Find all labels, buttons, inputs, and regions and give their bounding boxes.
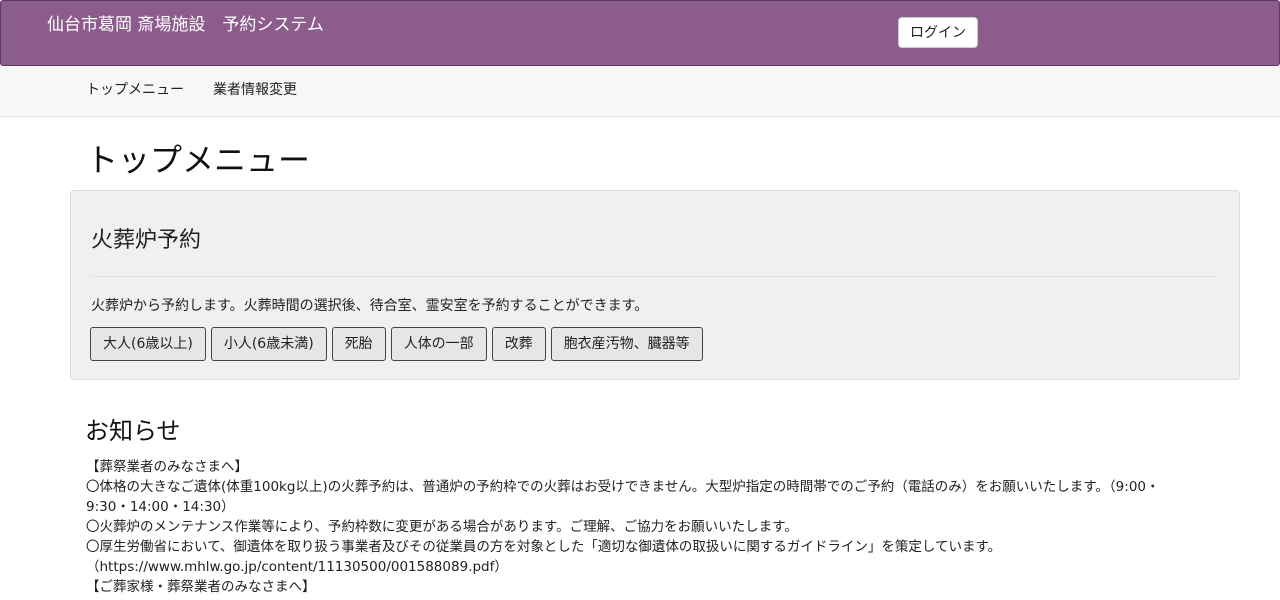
notice-line: 〇体格の大きなご遺体(体重100kg以上)の火葬予約は、普通炉の予約枠での火葬は… <box>86 479 1160 495</box>
stillbirth-reservation-button[interactable]: 死胎 <box>331 327 386 361</box>
reservation-button-group: 大人(6歳以上) 小人(6歳未満) 死胎 人体の一部 改葬 胞衣産汚物、臓器等 <box>90 327 703 361</box>
notice-line: 【葬祭業者のみなさまへ】 <box>86 459 248 475</box>
notice-line: 〇厚生労働省において、御遺体を取り扱う事業者及びその従業員の方を対象とした「適切… <box>86 539 1002 555</box>
site-title: 仙台市葛岡 斎場施設 予約システム <box>47 15 324 35</box>
cremation-reservation-panel: 火葬炉予約 火葬炉から予約します。火葬時間の選択後、待合室、霊安室を予約すること… <box>70 190 1240 380</box>
page-title: トップメニュー <box>86 141 311 179</box>
nav-item-vendor-info[interactable]: 業者情報変更 <box>213 81 297 99</box>
notice-line: 【ご葬家様・葬祭業者のみなさまへ】 <box>86 579 316 595</box>
login-button[interactable]: ログイン <box>898 17 978 48</box>
reburial-reservation-button[interactable]: 改葬 <box>491 327 546 361</box>
placenta-organ-reservation-button[interactable]: 胞衣産汚物、臓器等 <box>550 327 703 361</box>
panel-title: 火葬炉予約 <box>91 228 202 253</box>
sub-navigation: トップメニュー 業者情報変更 <box>0 66 1280 117</box>
body-part-reservation-button[interactable]: 人体の一部 <box>390 327 487 361</box>
child-reservation-button[interactable]: 小人(6歳未満) <box>210 327 327 361</box>
notices-body: 【葬祭業者のみなさまへ】 〇体格の大きなご遺体(体重100kg以上)の火葬予約は… <box>86 457 1216 597</box>
notice-line: 9:30・14:00・14:30） <box>86 499 235 515</box>
panel-description: 火葬炉から予約します。火葬時間の選択後、待合室、霊安室を予約することができます。 <box>91 298 649 314</box>
adult-reservation-button[interactable]: 大人(6歳以上) <box>90 327 206 361</box>
notice-line: （https://www.mhlw.go.jp/content/11130500… <box>86 559 508 575</box>
top-header: 仙台市葛岡 斎場施設 予約システム ログイン <box>0 0 1280 66</box>
nav-item-top-menu[interactable]: トップメニュー <box>86 81 184 99</box>
panel-divider <box>91 276 1219 277</box>
notices-title: お知らせ <box>85 417 181 445</box>
notice-line: 〇火葬炉のメンテナンス作業等により、予約枠数に変更がある場合があります。ご理解、… <box>86 519 798 535</box>
